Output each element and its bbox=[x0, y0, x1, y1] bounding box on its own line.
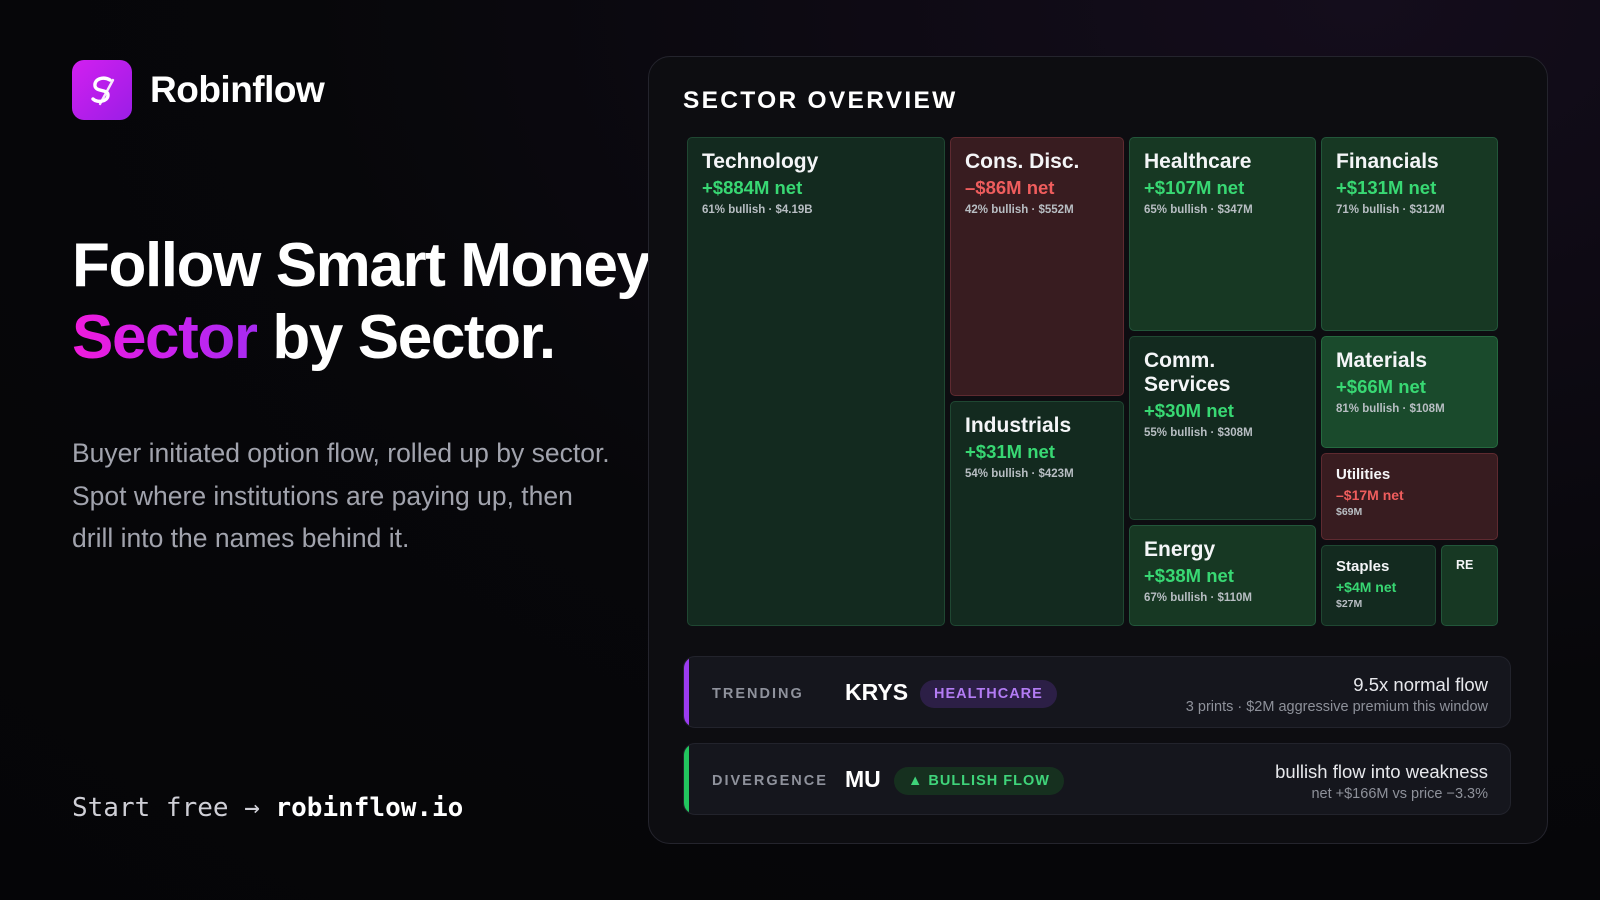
sector-net: +$30M net bbox=[1144, 400, 1234, 421]
sector-detail: 71% bullish · $312M bbox=[1336, 204, 1445, 216]
trending-accent-bar bbox=[684, 657, 689, 727]
panel-title: SECTOR OVERVIEW bbox=[683, 87, 958, 114]
headline-line-2: Sector by Sector. bbox=[72, 302, 650, 374]
brand[interactable]: Robinflow bbox=[72, 60, 325, 120]
divergence-ticker: MU bbox=[845, 766, 881, 792]
sector-detail: 67% bullish · $110M bbox=[1144, 592, 1253, 604]
sector-tile-technology[interactable]: Technology +$884M net 61% bullish · $4.1… bbox=[687, 137, 945, 626]
headline-line-1: Follow Smart Money bbox=[72, 231, 651, 300]
headline-rest: by Sector. bbox=[256, 303, 556, 372]
sector-net: +$131M net bbox=[1336, 177, 1437, 198]
headline-accent: Sector bbox=[72, 303, 258, 372]
sector-name: RE bbox=[1456, 558, 1474, 572]
headline: Follow Smart Money Sector by Sector. bbox=[72, 230, 651, 374]
sector-treemap: Technology +$884M net 61% bullish · $4.1… bbox=[687, 137, 1509, 628]
sector-name: Staples bbox=[1336, 558, 1390, 575]
sector-detail: 61% bullish · $4.19B bbox=[702, 204, 813, 216]
sector-name: Cons. Disc. bbox=[965, 150, 1080, 173]
sector-tile-energy[interactable]: Energy +$38M net 67% bullish · $110M bbox=[1129, 525, 1316, 626]
sector-net: +$884M net bbox=[702, 177, 803, 198]
sector-tile-healthcare[interactable]: Healthcare +$107M net 65% bullish · $347… bbox=[1129, 137, 1316, 331]
trending-ticker: KRYS bbox=[845, 679, 909, 705]
trending-label: TRENDING bbox=[712, 686, 804, 702]
sector-net: –$17M net bbox=[1336, 487, 1404, 503]
divergence-label: DIVERGENCE bbox=[712, 773, 828, 789]
sector-name: Financials bbox=[1336, 150, 1439, 173]
sector-detail: $27M bbox=[1336, 598, 1363, 610]
cta-link[interactable]: Start free → robinflow.io bbox=[72, 793, 463, 823]
sector-tile-cons-disc[interactable]: Cons. Disc. –$86M net 42% bullish · $552… bbox=[950, 137, 1124, 396]
sector-net: +$4M net bbox=[1336, 579, 1397, 595]
sector-name: Technology bbox=[702, 150, 819, 173]
sector-net: +$38M net bbox=[1144, 565, 1234, 586]
sector-name: Healthcare bbox=[1144, 150, 1252, 173]
sector-tile-comm-services[interactable]: Comm. Services +$30M net 55% bullish · $… bbox=[1129, 336, 1316, 520]
cta-prefix: Start free → bbox=[72, 793, 276, 823]
sector-tile-materials[interactable]: Materials +$66M net 81% bullish · $108M bbox=[1321, 336, 1498, 448]
sector-name: Industrials bbox=[965, 414, 1072, 437]
trending-detail: 3 prints · $2M aggressive premium this w… bbox=[1185, 699, 1488, 715]
sector-tile-utilities[interactable]: Utilities –$17M net $69M bbox=[1321, 453, 1498, 540]
sector-overview-panel: SECTOR OVERVIEW Technology +$884M net 61… bbox=[648, 56, 1548, 844]
sector-name: Energy bbox=[1144, 538, 1216, 561]
sector-name: Materials bbox=[1336, 349, 1428, 372]
divergence-accent-bar bbox=[684, 744, 689, 814]
trending-alert[interactable]: TRENDING KRYS HEALTHCARE 9.5x normal flo… bbox=[683, 656, 1511, 728]
divergence-headline: bullish flow into weakness bbox=[1275, 761, 1488, 782]
trending-sector-badge: HEALTHCARE bbox=[920, 680, 1057, 708]
sector-tile-real-estate[interactable]: RE bbox=[1441, 545, 1498, 626]
sector-tile-staples[interactable]: Staples +$4M net $27M bbox=[1321, 545, 1436, 626]
bullish-flow-badge: ▲ BULLISH FLOW bbox=[894, 767, 1064, 795]
sector-detail: 65% bullish · $347M bbox=[1144, 204, 1253, 216]
sector-detail: 54% bullish · $423M bbox=[965, 468, 1074, 480]
cta-url: robinflow.io bbox=[275, 793, 464, 823]
sector-net: –$86M net bbox=[965, 177, 1055, 198]
sector-detail: $69M bbox=[1336, 506, 1363, 518]
sector-name: Utilities bbox=[1336, 466, 1391, 483]
divergence-alert[interactable]: DIVERGENCE MU ▲ BULLISH FLOW bullish flo… bbox=[683, 743, 1511, 815]
sector-tile-industrials[interactable]: Industrials +$31M net 54% bullish · $423… bbox=[950, 401, 1124, 626]
flow-s-icon bbox=[72, 60, 132, 120]
sector-name: Comm. Services bbox=[1144, 349, 1231, 396]
description: Buyer initiated option flow, rolled up b… bbox=[72, 438, 610, 553]
sector-detail: 42% bullish · $552M bbox=[965, 204, 1074, 216]
flow-s-icon-glyph bbox=[91, 76, 115, 106]
sector-tile-financials[interactable]: Financials +$131M net 71% bullish · $312… bbox=[1321, 137, 1498, 331]
sector-detail: 55% bullish · $308M bbox=[1144, 427, 1253, 439]
sector-net: +$31M net bbox=[965, 441, 1055, 462]
sector-detail: 81% bullish · $108M bbox=[1336, 403, 1445, 415]
sector-net: +$66M net bbox=[1336, 376, 1426, 397]
brand-name: Robinflow bbox=[150, 69, 325, 110]
sector-net: +$107M net bbox=[1144, 177, 1245, 198]
trending-headline: 9.5x normal flow bbox=[1353, 674, 1488, 695]
divergence-detail: net +$166M vs price −3.3% bbox=[1311, 786, 1488, 802]
